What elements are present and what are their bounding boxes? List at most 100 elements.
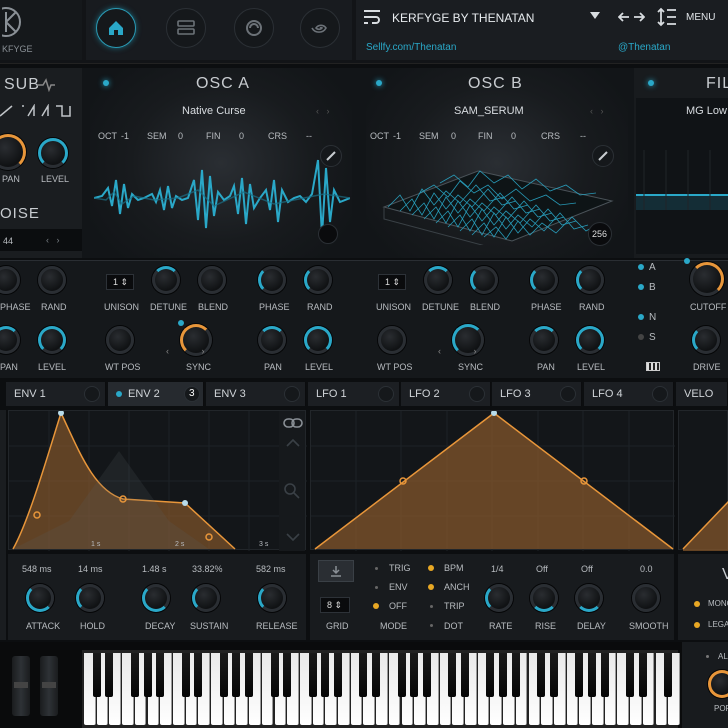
black-key[interactable]: [92, 653, 101, 697]
black-key[interactable]: [549, 653, 558, 697]
trip-dot[interactable]: [430, 605, 433, 608]
cutoff-knob[interactable]: [690, 262, 724, 296]
tab-env1[interactable]: ENV 1: [6, 382, 106, 406]
osc-b-wavetable-3d[interactable]: [380, 145, 620, 245]
osc-a-blend-knob[interactable]: [198, 266, 226, 294]
tab-lfo1[interactable]: LFO 1: [308, 382, 400, 406]
tab-env3[interactable]: ENV 3: [206, 382, 306, 406]
drive-knob[interactable]: [692, 326, 720, 354]
off-dot[interactable]: [373, 603, 379, 609]
osc-a-level-knob[interactable]: [304, 326, 332, 354]
legato-dot[interactable]: [694, 622, 700, 628]
rate-knob[interactable]: [485, 584, 513, 612]
osc-a-sem-value[interactable]: 0: [178, 131, 183, 141]
anch-label[interactable]: ANCH: [444, 582, 470, 592]
osc-b-fin-value[interactable]: 0: [511, 131, 516, 141]
link-left[interactable]: Sellfy.com/Thenatan: [366, 42, 456, 53]
zoom-icon[interactable]: [284, 483, 300, 499]
black-key[interactable]: [410, 653, 419, 697]
tab-env2[interactable]: ENV 2 3: [108, 382, 204, 406]
bpm-dot[interactable]: [428, 565, 434, 571]
cutoff-mod-dot[interactable]: [684, 258, 690, 264]
rise-knob[interactable]: [530, 584, 558, 612]
keytrack-icon[interactable]: [646, 362, 660, 371]
black-key[interactable]: [626, 653, 635, 697]
black-key[interactable]: [664, 653, 673, 697]
route-b-label[interactable]: B: [649, 282, 656, 293]
noise-arrows[interactable]: ‹ ›: [46, 235, 60, 245]
osc-b-frames-badge[interactable]: 256: [588, 222, 612, 246]
osc-a-power[interactable]: [103, 80, 109, 86]
osc-a-oct-value[interactable]: -1: [121, 131, 129, 141]
always-label[interactable]: AL: [718, 652, 728, 661]
osc-b-unison-spin[interactable]: 1 ⇕: [378, 274, 406, 290]
osc-a-waveform[interactable]: [94, 150, 350, 246]
black-key[interactable]: [537, 653, 546, 697]
black-key[interactable]: [156, 653, 165, 697]
black-key[interactable]: [575, 653, 584, 697]
dot-dot[interactable]: [430, 624, 433, 627]
osc-b-pan-knob[interactable]: [530, 326, 558, 354]
smooth-knob[interactable]: [632, 584, 660, 612]
osc-b-sync-arrows[interactable]: ‹ ›: [438, 346, 477, 356]
route-n-dot[interactable]: [638, 314, 644, 320]
osc-a-unison-spin[interactable]: 1 ⇕: [106, 274, 134, 290]
black-key[interactable]: [397, 653, 406, 697]
black-key[interactable]: [232, 653, 241, 697]
osc-b-blend-knob[interactable]: [470, 266, 498, 294]
env-graph[interactable]: 1 s 2 s 3 s: [8, 410, 307, 551]
env-curve[interactable]: [9, 411, 307, 551]
black-key[interactable]: [270, 653, 279, 697]
route-s-dot[interactable]: [638, 334, 644, 340]
black-key[interactable]: [499, 653, 508, 697]
mono-dot[interactable]: [694, 601, 700, 607]
bpm-label[interactable]: BPM: [444, 563, 464, 573]
trig-dot[interactable]: [375, 567, 378, 570]
black-key[interactable]: [321, 653, 330, 697]
osc-b-wtpos-knob[interactable]: [378, 326, 406, 354]
osc-b-wt-arrows[interactable]: ‹ ›: [590, 106, 604, 116]
menu-button[interactable]: MENU: [686, 12, 715, 23]
preset-menu-icon[interactable]: [362, 8, 382, 26]
velo-graph[interactable]: [678, 410, 728, 551]
home-button[interactable]: [96, 8, 136, 48]
black-key[interactable]: [461, 653, 469, 697]
ring-button[interactable]: [234, 8, 274, 48]
black-key[interactable]: [194, 653, 203, 697]
osc-a-mod-dot[interactable]: [178, 320, 184, 326]
lfo-graph[interactable]: [310, 410, 675, 551]
decay-knob[interactable]: [142, 584, 170, 612]
osc-b-oct-value[interactable]: -1: [393, 131, 401, 141]
osc-a-phase-knob[interactable]: [258, 266, 286, 294]
route-n-label[interactable]: N: [649, 312, 656, 323]
sub-power-icon[interactable]: [36, 78, 56, 92]
env-mode-label[interactable]: ENV: [389, 582, 408, 592]
env-mode-dot[interactable]: [375, 586, 378, 589]
osc-a-edit-button[interactable]: [320, 145, 342, 167]
trip-label[interactable]: TRIP: [444, 601, 465, 611]
black-key[interactable]: [511, 653, 520, 697]
osc-a-wt-arrows[interactable]: ‹ ›: [316, 106, 330, 116]
black-key[interactable]: [600, 653, 609, 697]
black-key[interactable]: [105, 653, 114, 697]
hold-knob[interactable]: [76, 584, 104, 612]
osc-a-rand-knob[interactable]: [304, 266, 332, 294]
release-knob[interactable]: [258, 584, 286, 612]
route-b-dot[interactable]: [638, 284, 644, 290]
filter-power[interactable]: [648, 80, 654, 86]
lfo-curve[interactable]: [311, 411, 675, 551]
black-key[interactable]: [130, 653, 139, 697]
grid-spin[interactable]: 8 ⇕: [320, 597, 350, 613]
osc-b-crs-value[interactable]: --: [580, 131, 586, 141]
osc-b-power[interactable]: [376, 80, 382, 86]
tab-lfo3[interactable]: LFO 3: [492, 382, 582, 406]
anch-dot[interactable]: [428, 584, 434, 590]
sub-level-knob[interactable]: [38, 138, 68, 168]
black-key[interactable]: [181, 653, 190, 697]
osc-a-detune-knob[interactable]: [152, 266, 180, 294]
osc-a-fin-value[interactable]: 0: [239, 131, 244, 141]
link-icon[interactable]: [283, 417, 303, 429]
black-key[interactable]: [422, 653, 431, 697]
mono-label[interactable]: MONO: [708, 599, 728, 608]
black-key[interactable]: [486, 653, 495, 697]
